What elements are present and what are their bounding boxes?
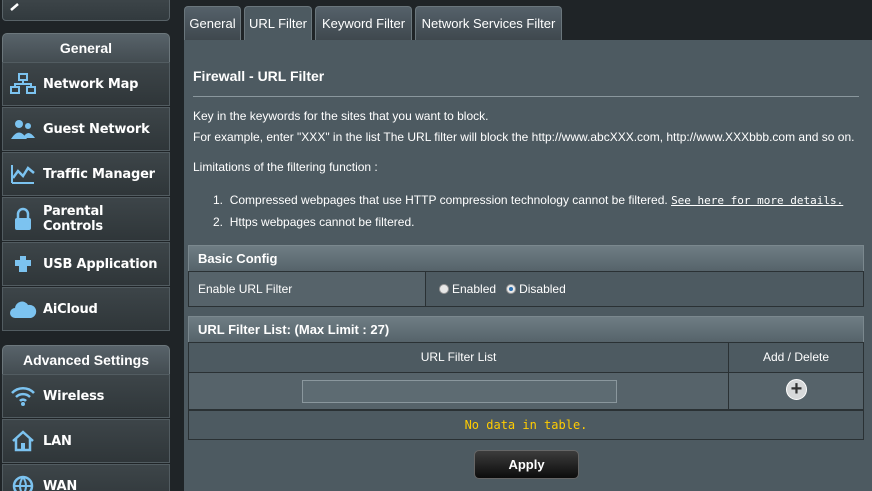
sidebar-item-usb-application[interactable]: USB Application	[2, 242, 170, 286]
guest-network-icon	[3, 107, 43, 151]
quick-setup-stub[interactable]	[2, 0, 170, 21]
radio-button[interactable]	[439, 284, 449, 294]
url-filter-input[interactable]	[302, 380, 617, 403]
limitation-text: Https webpages cannot be filtered.	[229, 215, 415, 229]
tab-network-services-filter[interactable]: Network Services Filter	[415, 6, 562, 41]
enable-url-filter-options: Enabled Disabled	[425, 271, 864, 307]
tab-general[interactable]: General	[184, 6, 241, 41]
sidebar-item-network-map[interactable]: Network Map	[2, 62, 170, 106]
router-admin-page: General Network Map Guest Network Traffi…	[0, 0, 872, 491]
sidebar-item-label: Network Map	[43, 76, 139, 92]
basic-config-header: Basic Config	[188, 245, 864, 272]
list-number: 1.	[213, 193, 224, 207]
sidebar-item-guest-network[interactable]: Guest Network	[2, 107, 170, 151]
sidebar-item-label: WAN	[43, 478, 78, 491]
url-filter-list-header: URL Filter List: (Max Limit : 27)	[188, 316, 864, 343]
sidebar-item-lan[interactable]: LAN	[2, 419, 170, 463]
sidebar-item-parental-controls[interactable]: Parental Controls	[2, 197, 170, 241]
tab-keyword-filter[interactable]: Keyword Filter	[315, 6, 412, 41]
add-icon[interactable]: +	[786, 379, 807, 400]
radio-button-selected[interactable]	[506, 284, 517, 294]
check-icon	[10, 3, 19, 11]
sidebar-item-label: Parental Controls	[43, 204, 104, 234]
traffic-manager-icon	[3, 152, 43, 196]
sidebar-item-label: Wireless	[43, 388, 105, 404]
limitation-item-2: 2. Https webpages cannot be filtered.	[213, 215, 414, 229]
radio-enabled-label: Enabled	[452, 282, 497, 296]
advanced-settings-header: Advanced Settings	[2, 345, 170, 375]
column-header-add-delete: Add / Delete	[728, 342, 864, 373]
parental-controls-icon	[3, 197, 43, 241]
sidebar-item-traffic-manager[interactable]: Traffic Manager	[2, 152, 170, 196]
usb-application-icon	[3, 242, 43, 286]
radio-disabled[interactable]: Disabled	[506, 282, 566, 296]
tab-url-filter[interactable]: URL Filter	[244, 6, 312, 41]
sidebar-item-label: AiCloud	[43, 301, 98, 317]
column-header-url-list: URL Filter List	[188, 342, 729, 373]
title-divider	[193, 96, 859, 97]
limitation-item-1: 1. Compressed webpages that use HTTP com…	[213, 193, 843, 207]
description-example: For example, enter "XXX" in the list The…	[193, 130, 855, 144]
radio-enabled[interactable]: Enabled	[439, 282, 496, 296]
network-map-icon	[3, 62, 43, 106]
sidebar-item-wireless[interactable]: Wireless	[2, 374, 170, 418]
sidebar-item-label: LAN	[43, 433, 72, 449]
more-details-link[interactable]: See here for more details.	[671, 194, 843, 207]
general-section-header: General	[2, 33, 170, 63]
limitations-heading: Limitations of the filtering function :	[193, 160, 378, 174]
description-line: Key in the keywords for the sites that y…	[193, 109, 489, 123]
sidebar-item-wan[interactable]: WAN	[2, 464, 170, 491]
apply-button[interactable]: Apply	[474, 450, 579, 479]
enable-url-filter-label: Enable URL Filter	[188, 271, 426, 307]
wireless-icon	[3, 374, 43, 418]
page-title: Firewall - URL Filter	[193, 68, 325, 84]
list-number: 2.	[213, 215, 224, 229]
sidebar-item-label: Guest Network	[43, 121, 150, 137]
aicloud-icon	[3, 287, 43, 331]
sidebar-item-label: Traffic Manager	[43, 166, 155, 182]
sidebar-item-label: USB Application	[43, 256, 158, 272]
wan-icon	[3, 464, 43, 491]
radio-disabled-label: Disabled	[519, 282, 566, 296]
sidebar-item-aicloud[interactable]: AiCloud	[2, 287, 170, 331]
empty-table-message: No data in table.	[188, 410, 864, 440]
limitation-text: Compressed webpages that use HTTP compre…	[229, 193, 668, 207]
lan-icon	[3, 419, 43, 463]
sidebar: General Network Map Guest Network Traffi…	[0, 0, 172, 491]
